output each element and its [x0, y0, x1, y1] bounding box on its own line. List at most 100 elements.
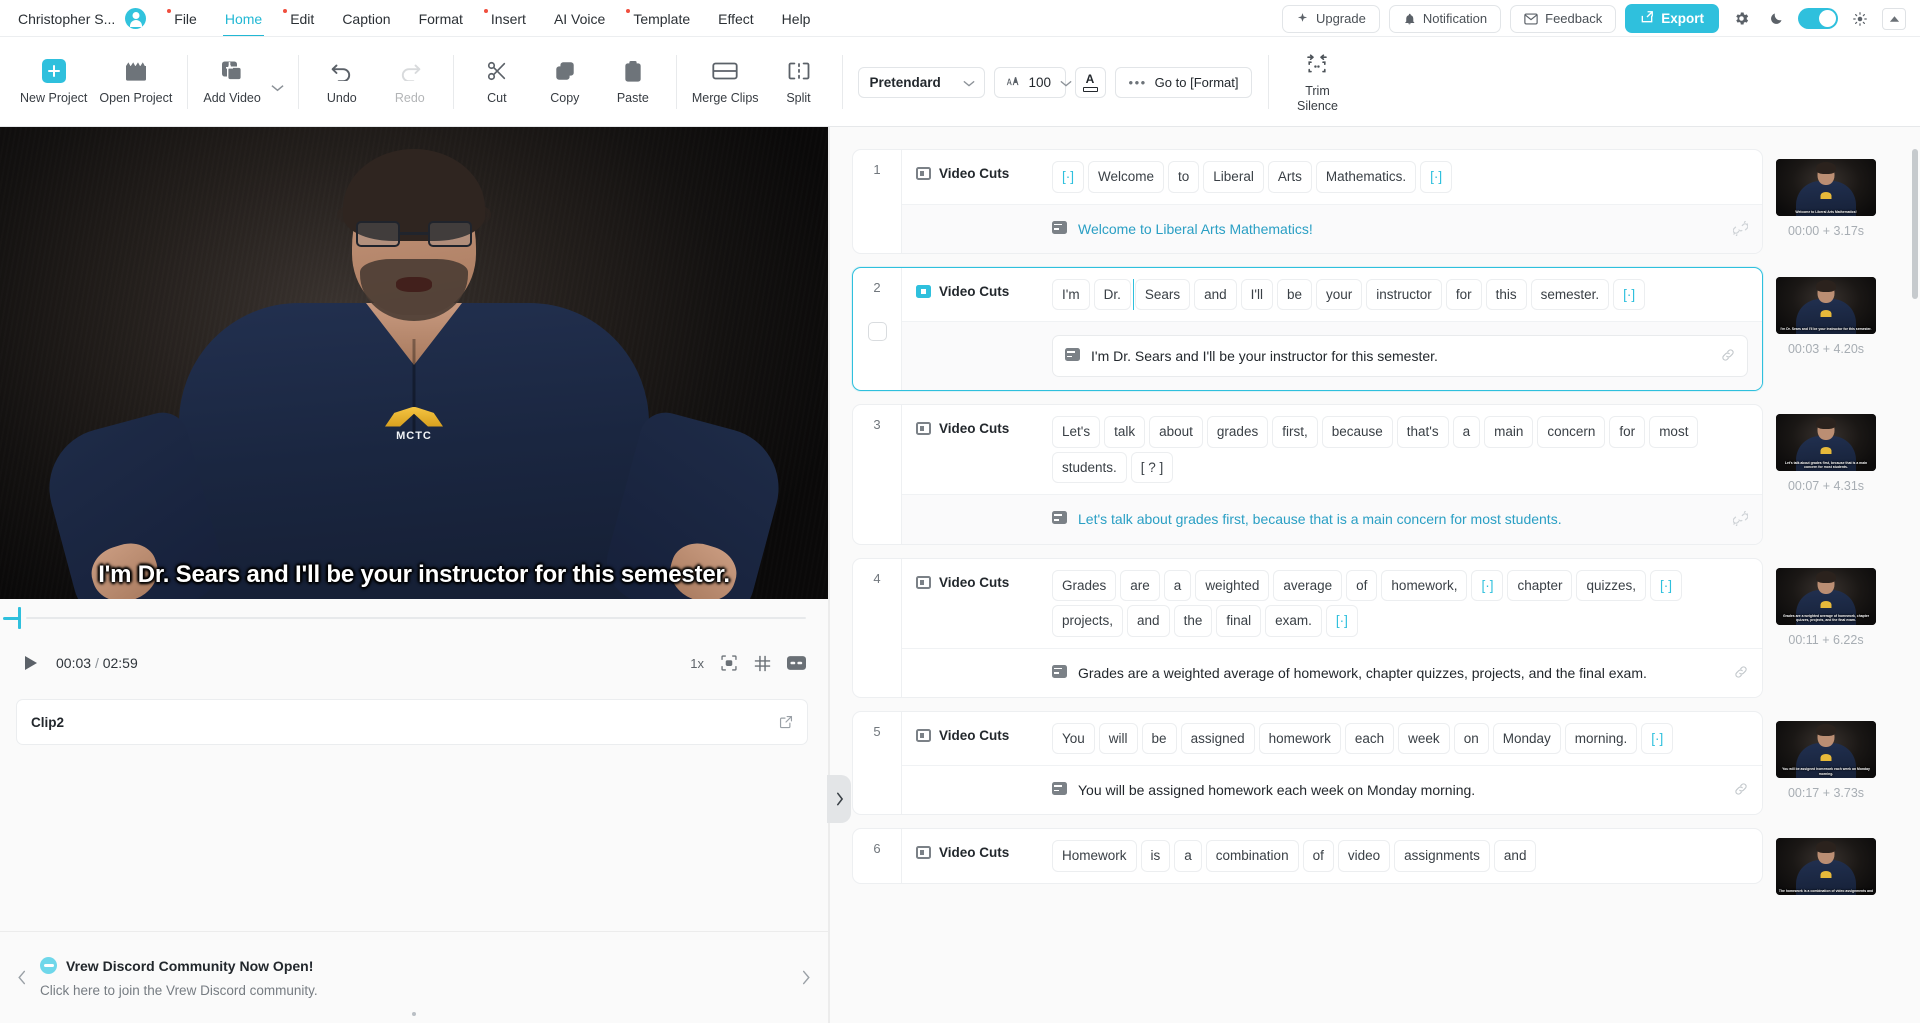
scrollbar-thumb[interactable] — [1912, 149, 1918, 299]
copy-button[interactable]: Copy — [531, 46, 599, 118]
word-chip[interactable]: be — [1141, 722, 1177, 755]
word-chip[interactable]: talk — [1104, 416, 1146, 448]
word-chip[interactable]: of — [1346, 569, 1378, 602]
clip-card[interactable]: 3 Video Cuts Let's talk about grades first, bec… — [852, 404, 1763, 545]
open-project-button[interactable]: Open Project — [93, 46, 178, 118]
timeline-track[interactable] — [26, 617, 806, 619]
menu-item-ai-voice[interactable]: AI Voice — [540, 0, 619, 37]
dark-mode-moon-icon[interactable] — [1763, 6, 1789, 32]
clip-card[interactable]: 4 Video Cuts Grades are a weighted average of ho… — [852, 557, 1763, 698]
word-chip[interactable]: instructor — [1366, 278, 1442, 311]
theme-toggle-switch[interactable] — [1798, 8, 1838, 29]
word-chip[interactable]: You — [1052, 722, 1095, 755]
word-chip[interactable]: a — [1452, 416, 1481, 448]
menu-item-template[interactable]: Template — [619, 0, 704, 37]
broken-link-icon[interactable] — [1732, 220, 1749, 239]
word-chip[interactable]: concern — [1537, 416, 1606, 448]
clip-row[interactable]: 2 Video Cuts I'm Dr. Sears and I'll be your instr… — [852, 266, 1889, 392]
broken-link-icon[interactable] — [1732, 511, 1749, 529]
menu-item-help[interactable]: Help — [768, 0, 825, 37]
word-chip[interactable]: combination — [1205, 840, 1299, 873]
word-chip[interactable]: are — [1120, 569, 1160, 602]
word-chip[interactable]: I'll — [1240, 278, 1273, 311]
clip-thumbnail[interactable]: I'm Dr. Sears and I'll be your instructo… — [1776, 276, 1876, 334]
word-chip[interactable]: week — [1398, 722, 1450, 755]
snapshot-icon[interactable] — [720, 654, 738, 672]
word-chip[interactable]: and — [1493, 840, 1537, 873]
trim-silence-button[interactable]: Trim Silence — [1278, 46, 1356, 118]
word-chip[interactable]: exam. — [1265, 605, 1322, 637]
clip-name-bar[interactable]: Clip2 — [16, 699, 808, 745]
word-chip[interactable]: Mathematics. — [1315, 161, 1417, 193]
promo-banner[interactable]: Vrew Discord Community Now Open! Click h… — [0, 931, 828, 1023]
panel-collapse-handle[interactable] — [827, 775, 851, 823]
menu-item-format[interactable]: Format — [405, 0, 477, 37]
clip-thumbnail[interactable]: You will be assigned homework each week … — [1776, 720, 1876, 778]
clip-row[interactable]: 3 Video Cuts Let's talk about grades first, bec… — [852, 404, 1889, 545]
word-chip[interactable]: be — [1276, 278, 1313, 311]
word-chip[interactable]: Homework — [1052, 840, 1137, 873]
word-chip[interactable]: a — [1174, 840, 1202, 873]
promo-prev-icon[interactable] — [8, 964, 36, 992]
word-chip[interactable]: [·] — [1420, 161, 1453, 193]
word-chip[interactable]: morning. — [1564, 722, 1638, 755]
link-icon[interactable] — [1734, 782, 1748, 799]
word-chip[interactable]: Grades — [1052, 569, 1117, 602]
word-chip[interactable]: grades — [1206, 416, 1269, 448]
word-chip[interactable]: Welcome — [1088, 161, 1165, 193]
word-chip[interactable]: for — [1609, 416, 1646, 448]
menu-item-insert[interactable]: Insert — [477, 0, 540, 37]
clip-thumbnail[interactable]: Welcome to Liberal Arts Mathematics! — [1776, 159, 1876, 216]
word-chip[interactable]: to — [1168, 161, 1200, 193]
subtitle-edit-box[interactable]: I'm Dr. Sears and I'll be your instructo… — [1052, 335, 1748, 378]
video-cuts-label-group[interactable]: Video Cuts — [902, 416, 1052, 436]
cut-button[interactable]: Cut — [463, 46, 531, 118]
go-to-format-button[interactable]: ••• Go to [Format] — [1114, 66, 1253, 98]
word-chip[interactable]: the — [1173, 605, 1213, 637]
redo-button[interactable]: Redo — [376, 46, 444, 118]
subtitle-text[interactable]: Welcome to Liberal Arts Mathematics! — [1078, 218, 1722, 240]
video-cuts-label-group[interactable]: Video Cuts — [902, 161, 1052, 181]
link-icon[interactable] — [1734, 665, 1748, 682]
promo-page-dot[interactable] — [412, 1012, 416, 1016]
word-chip[interactable]: most — [1649, 416, 1699, 448]
word-chip[interactable]: Let's — [1052, 416, 1101, 448]
word-chip[interactable]: assignments — [1394, 840, 1490, 873]
promo-next-icon[interactable] — [792, 964, 820, 992]
merge-clips-button[interactable]: Merge Clips — [686, 46, 765, 118]
word-chip[interactable]: video — [1337, 840, 1391, 873]
menu-item-home[interactable]: Home — [211, 0, 276, 37]
word-chip[interactable]: of — [1302, 840, 1334, 873]
word-chip[interactable]: Arts — [1267, 161, 1312, 193]
collapse-ribbon-button[interactable] — [1882, 7, 1906, 30]
clip-card-selected[interactable]: 2 Video Cuts I'm Dr. Sears and I'll be your instr… — [852, 266, 1763, 392]
link-icon[interactable] — [1721, 348, 1735, 365]
word-chip[interactable]: each — [1344, 722, 1395, 755]
clip-thumbnail[interactable]: The homework is a combination of video a… — [1776, 838, 1876, 896]
subtitle-text[interactable]: I'm Dr. Sears and I'll be your instructo… — [1091, 345, 1710, 367]
word-chip[interactable]: and — [1194, 278, 1237, 311]
upgrade-button[interactable]: Upgrade — [1281, 4, 1380, 33]
word-chip[interactable]: Dr. — [1093, 278, 1131, 311]
word-chip[interactable]: [ ? ] — [1130, 451, 1174, 484]
video-cuts-label-group[interactable]: Video Cuts — [902, 279, 1052, 299]
word-chip[interactable]: [·] — [1052, 161, 1084, 193]
word-chip[interactable]: I'm — [1052, 278, 1090, 311]
word-chip[interactable]: Sears — [1132, 278, 1191, 311]
subtitle-display[interactable]: Welcome to Liberal Arts Mathematics! — [1052, 218, 1749, 240]
word-chip[interactable]: assigned — [1180, 722, 1255, 755]
text-background-button[interactable]: A — [1074, 66, 1106, 98]
video-cuts-label-group[interactable]: Video Cuts — [902, 570, 1052, 590]
clip-row[interactable]: 1 Video Cuts [·] Welcome to Liberal Arts Mathem… — [852, 149, 1889, 254]
subtitle-display[interactable]: Grades are a weighted average of homewor… — [1052, 662, 1748, 684]
menu-item-edit[interactable]: Edit — [276, 0, 328, 37]
word-chip[interactable]: weighted — [1195, 569, 1270, 602]
clip-thumbnail[interactable]: Let's talk about grades first, because t… — [1776, 414, 1876, 472]
undo-button[interactable]: Undo — [308, 46, 376, 118]
word-chip[interactable]: this — [1485, 278, 1527, 311]
subtitle-toggle-icon[interactable] — [787, 655, 806, 671]
menu-item-effect[interactable]: Effect — [704, 0, 768, 37]
word-chip[interactable]: first, — [1272, 416, 1318, 448]
subtitle-display[interactable]: Let's talk about grades first, because t… — [1052, 508, 1749, 530]
video-cuts-label-group[interactable]: Video Cuts — [902, 723, 1052, 743]
